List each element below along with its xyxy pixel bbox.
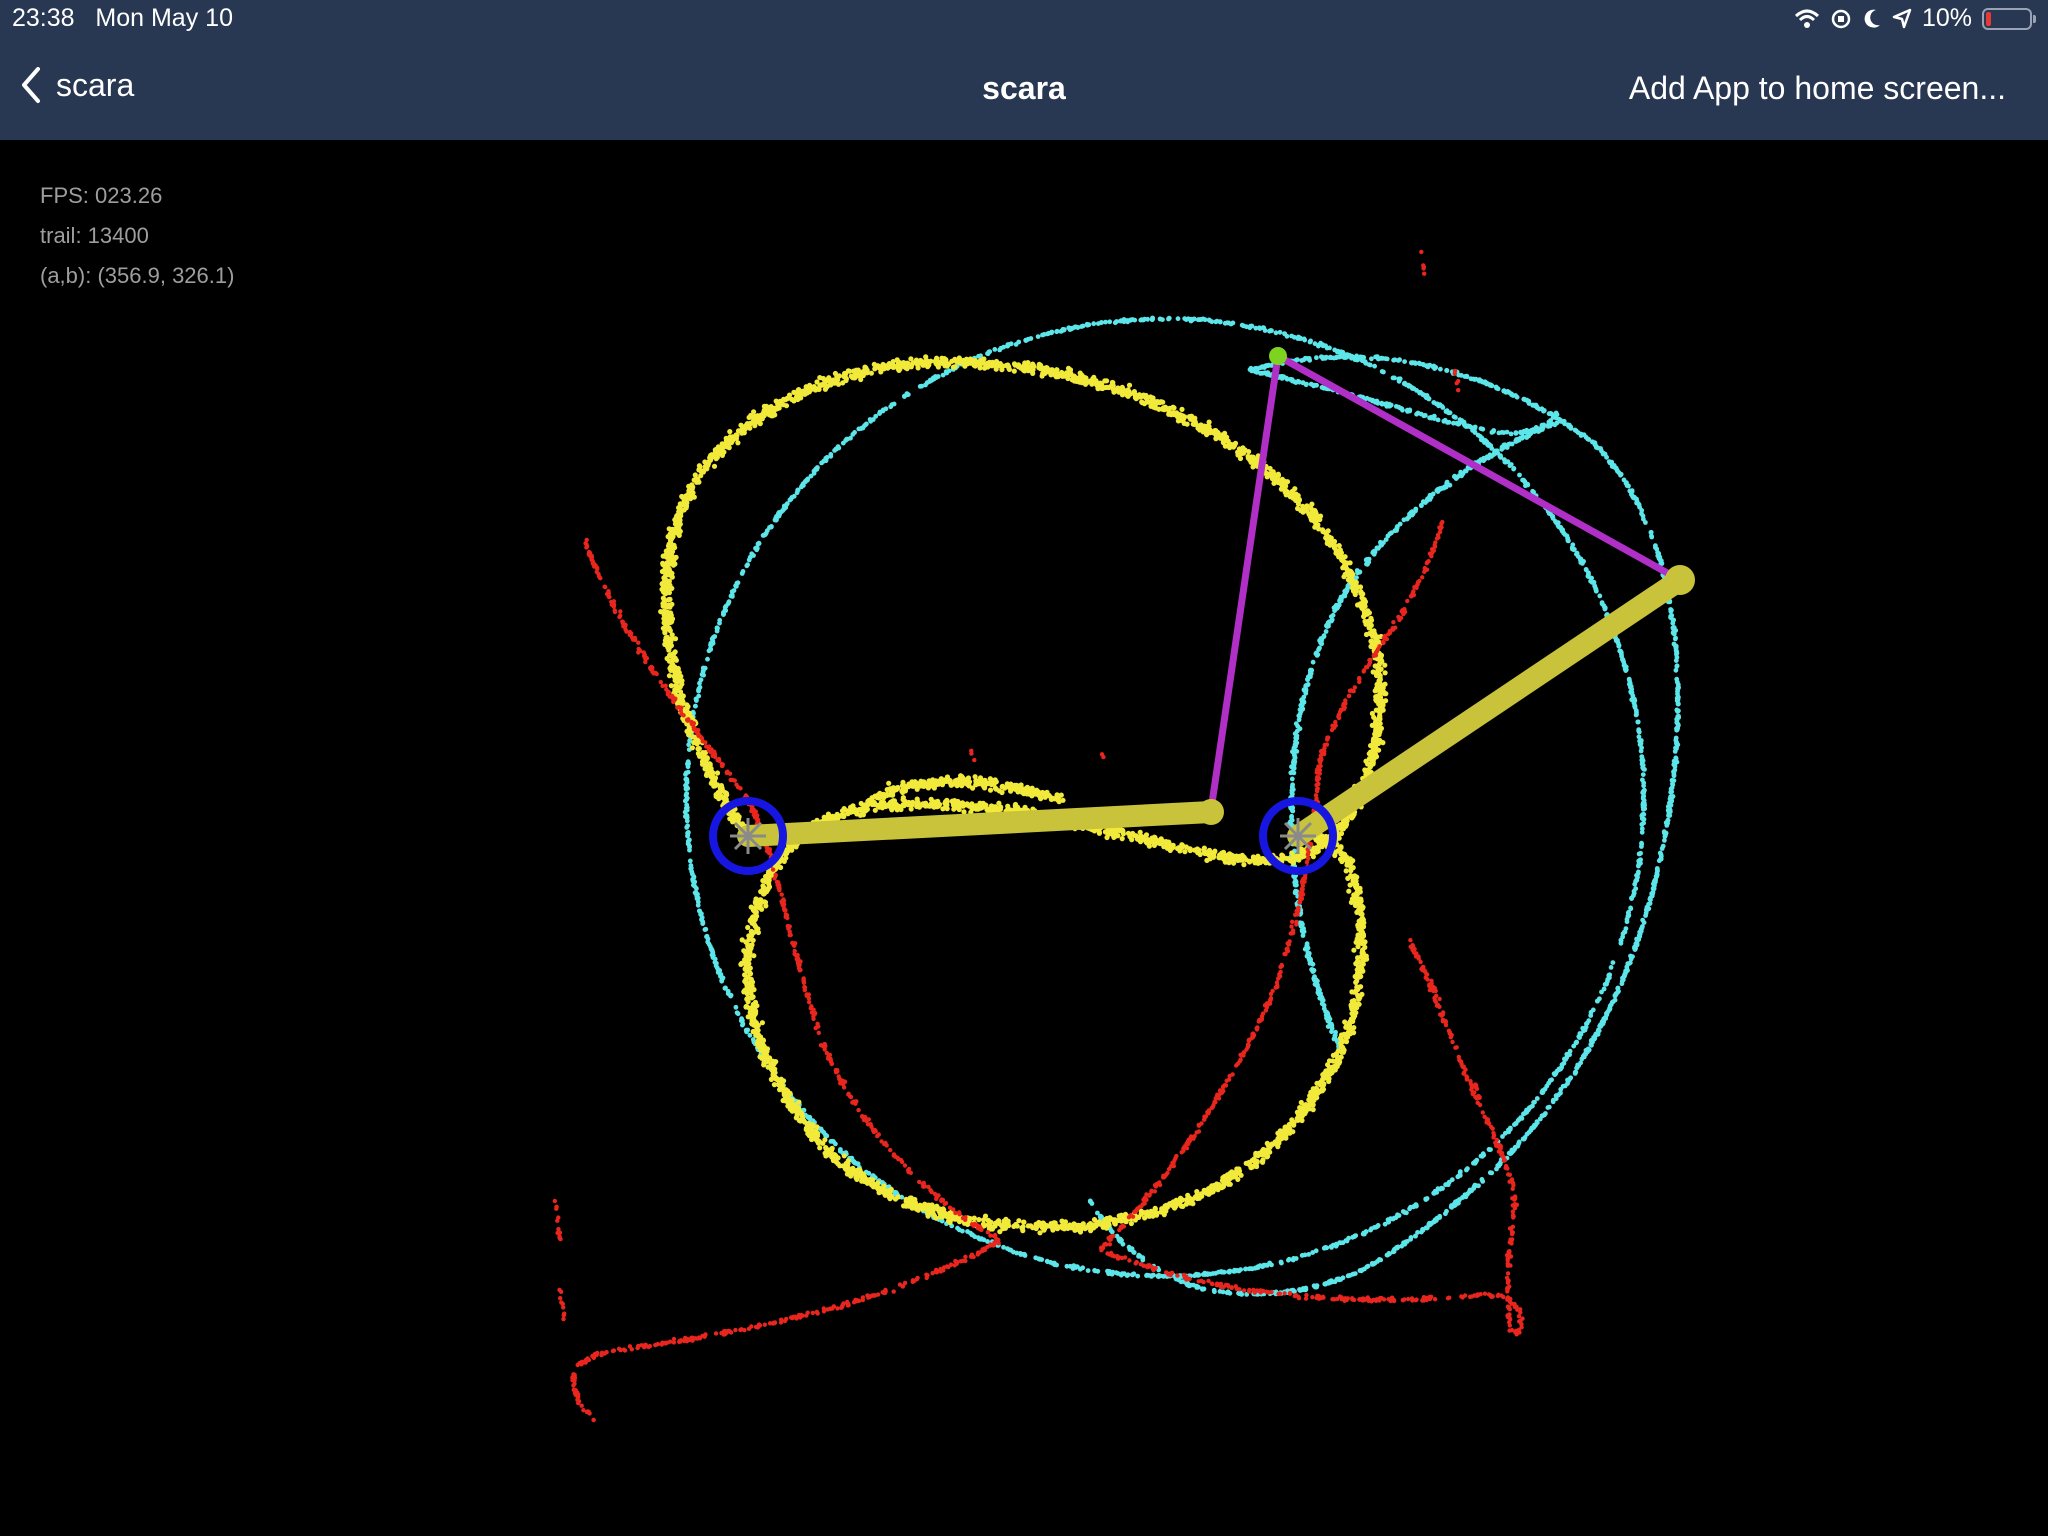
date: Mon May 10: [95, 4, 233, 32]
battery-icon: [1982, 7, 2036, 30]
yellow-trail: [658, 354, 1389, 1236]
add-app-button[interactable]: Add App to home screen...: [1629, 70, 2006, 107]
fps-readout: FPS: 023.26: [40, 183, 163, 208]
cyan-trail-inner: [1287, 418, 1564, 1051]
info-overlay: FPS: 023.26 trail: 13400 (a,b): (356.9, …: [40, 176, 234, 296]
wifi-icon: [1794, 9, 1819, 28]
top-bar: 23:38 Mon May 10 10% scara scara Add App…: [0, 0, 2048, 140]
scara-canvas[interactable]: [0, 140, 2048, 1536]
right-arm: [1287, 569, 1691, 847]
right-elbow-joint: [1665, 565, 1695, 595]
trail-readout: trail: 13400: [40, 223, 149, 248]
battery-percent: 10%: [1921, 4, 1972, 32]
orientation-lock-icon: [1831, 9, 1851, 28]
location-icon: [1892, 8, 1912, 28]
clock: 23:38: [12, 4, 75, 32]
purple-link-left: [1207, 352, 1282, 814]
ab-readout: (a,b): (356.9, 326.1): [40, 263, 235, 288]
cyan-trail-left: [682, 315, 1648, 1280]
left-elbow-joint: [1198, 799, 1224, 825]
trail-layer: [552, 249, 1681, 1423]
status-icons: 10%: [1794, 4, 2036, 33]
end-effector[interactable]: [1269, 347, 1287, 365]
moon-icon: [1864, 9, 1880, 28]
status-time: 23:38 Mon May 10: [12, 4, 233, 33]
